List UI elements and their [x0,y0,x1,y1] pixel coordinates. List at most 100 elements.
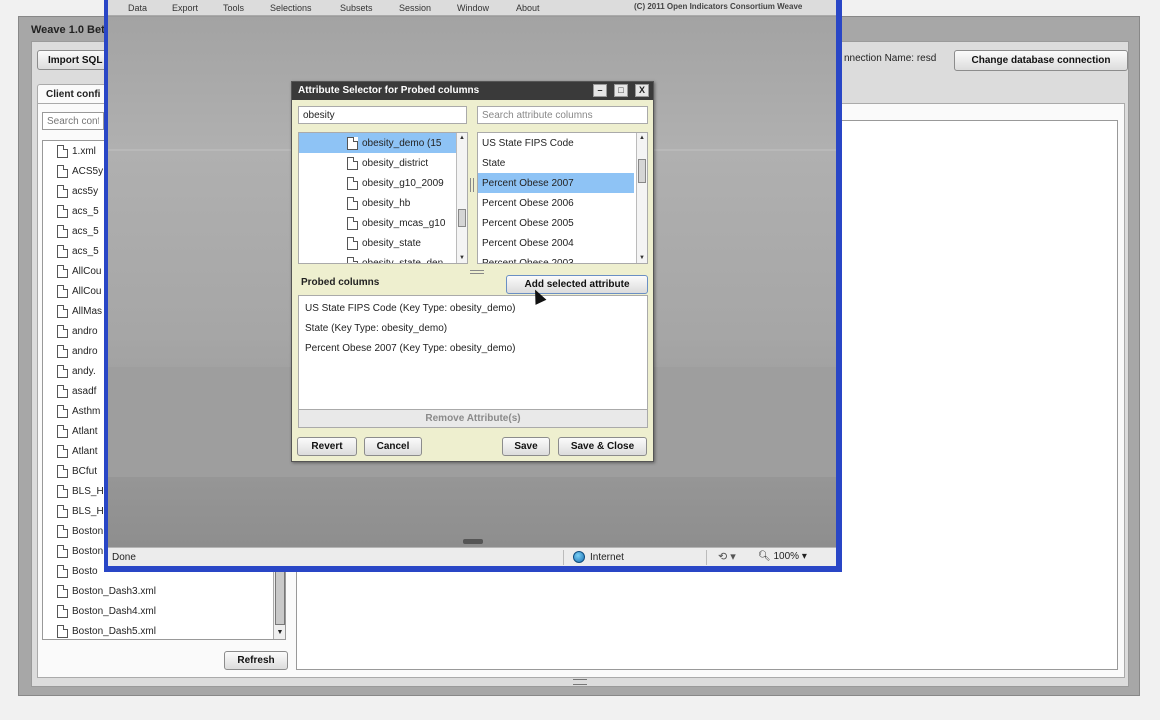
scroll-thumb[interactable] [638,159,646,183]
file-name: acs_5 [72,205,99,217]
tree-item[interactable]: obesity_district [299,153,459,173]
hierarchy-search-input[interactable] [298,106,467,124]
config-file-item[interactable]: acs_5 [57,241,99,261]
tree-item-label: obesity_hb [362,197,411,209]
file-name: BLS_H [72,485,104,497]
revert-button[interactable]: Revert [297,437,357,456]
row-divider[interactable] [470,270,484,274]
probed-columns-list[interactable]: US State FIPS Code (Key Type: obesity_de… [298,295,648,428]
file-icon [347,196,358,210]
tree-item[interactable]: obesity_hb [299,193,459,213]
config-file-item[interactable]: 1.xml [57,141,96,161]
file-icon [57,184,68,198]
menu-session[interactable]: Session [399,3,431,13]
column-divider[interactable] [470,178,474,192]
connection-name-label: nnection Name: resd [844,53,937,64]
file-icon [57,304,68,318]
attribute-item[interactable]: State [478,153,634,173]
scroll-down-icon[interactable]: ▼ [457,253,467,263]
scroll-up-icon[interactable]: ▲ [637,133,647,143]
menu-data[interactable]: Data [128,3,147,13]
attribute-item[interactable]: US State FIPS Code [478,133,634,153]
close-icon[interactable]: X [635,84,649,97]
file-icon [57,464,68,478]
probed-column-item[interactable]: State (Key Type: obesity_demo) [305,318,447,338]
config-file-item[interactable]: Atlant [57,441,98,461]
config-file-item[interactable]: BLS_H [57,501,104,521]
tree-scrollbar[interactable]: ▲ ▼ [456,133,467,263]
config-file-item[interactable]: acs5y [57,181,98,201]
attribute-item[interactable]: Percent Obese 2007 [478,173,634,193]
dialog-titlebar[interactable]: Attribute Selector for Probed columns – … [292,82,653,100]
config-file-item[interactable]: Boston_Dash3.xml [57,581,156,601]
config-file-item[interactable]: Asthm [57,401,100,421]
scroll-down-icon[interactable]: ▼ [637,253,647,263]
scroll-down-icon[interactable]: ▼ [275,628,285,638]
scroll-thumb[interactable] [275,571,285,625]
config-file-item[interactable]: andy. [57,361,96,381]
change-database-connection-button[interactable]: Change database connection [954,50,1128,71]
config-file-item[interactable]: AllCou [57,281,101,301]
attribute-item[interactable]: Percent Obese 2006 [478,193,634,213]
resize-grip[interactable] [573,679,587,685]
menu-tools[interactable]: Tools [223,3,244,13]
config-file-item[interactable]: Bosto [57,561,98,581]
weave-menubar: Data Export Tools Selections Subsets Ses… [108,0,836,16]
remove-attributes-button[interactable]: Remove Attribute(s) [299,409,647,427]
config-file-item[interactable]: Boston_Dash5.xml [57,621,156,639]
tree-item[interactable]: obesity_demo (15 [299,133,459,153]
data-table-tree[interactable]: obesity_demo (15 obesity_district obesity_… [298,132,468,264]
file-name: Bosto [72,565,98,577]
file-icon [347,136,358,150]
panel-resize-handle[interactable] [463,539,483,544]
search-configs-input[interactable] [42,112,104,130]
file-icon [347,256,358,263]
attribute-item[interactable]: Percent Obese 2003 [478,253,634,264]
attribute-list[interactable]: US State FIPS Code State Percent Obese 200… [477,132,648,264]
tree-item[interactable]: obesity_state [299,233,459,253]
tree-item[interactable]: obesity_g10_2009 [299,173,459,193]
attribute-item[interactable]: Percent Obese 2005 [478,213,634,233]
config-file-item[interactable]: BLS_H [57,481,104,501]
save-and-close-button[interactable]: Save & Close [558,437,647,456]
config-file-item[interactable]: ACS5y [57,161,103,181]
config-file-item[interactable]: Boston [57,541,103,561]
menu-export[interactable]: Export [172,3,198,13]
cancel-button[interactable]: Cancel [364,437,422,456]
refresh-button[interactable]: Refresh [224,651,288,670]
menu-about[interactable]: About [516,3,540,13]
tree-item[interactable]: obesity_mcas_g10 [299,213,459,233]
config-file-item[interactable]: andro [57,341,98,361]
admin-title: Weave 1.0 Bet [31,24,105,36]
file-name: Boston [72,545,104,557]
menu-window[interactable]: Window [457,3,489,13]
attribute-search-input[interactable] [477,106,648,124]
file-icon [57,504,68,518]
zoom-control[interactable]: 🔍︎ 100% ▾ [758,551,807,562]
config-file-item[interactable]: acs_5 [57,201,99,221]
scroll-thumb[interactable] [458,209,466,227]
tree-item[interactable]: obesity_state_den [299,253,459,263]
config-file-item[interactable]: Boston_Dash4.xml [57,601,156,621]
config-file-item[interactable]: BCfut [57,461,97,481]
scroll-up-icon[interactable]: ▲ [457,133,467,143]
config-file-item[interactable]: Atlant [57,421,98,441]
menu-selections[interactable]: Selections [270,3,312,13]
attribute-scrollbar[interactable]: ▲ ▼ [636,133,647,263]
config-file-item[interactable]: andro [57,321,98,341]
config-file-item[interactable]: acs_5 [57,221,99,241]
config-file-item[interactable]: asadf [57,381,96,401]
status-separator [563,550,564,565]
menu-subsets[interactable]: Subsets [340,3,373,13]
probed-column-item[interactable]: US State FIPS Code (Key Type: obesity_de… [305,298,515,318]
maximize-icon[interactable]: □ [614,84,628,97]
config-file-item[interactable]: Boston [57,521,103,541]
config-file-item[interactable]: AllCou [57,261,101,281]
minimize-icon[interactable]: – [593,84,607,97]
probed-column-item[interactable]: Percent Obese 2007 (Key Type: obesity_de… [305,338,516,358]
config-file-item[interactable]: AllMas [57,301,102,321]
attribute-item[interactable]: Percent Obese 2004 [478,233,634,253]
add-selected-attribute-button[interactable]: Add selected attribute [506,275,648,294]
save-button[interactable]: Save [502,437,550,456]
protected-mode-icon[interactable]: ⟲ ▾ [718,550,736,563]
